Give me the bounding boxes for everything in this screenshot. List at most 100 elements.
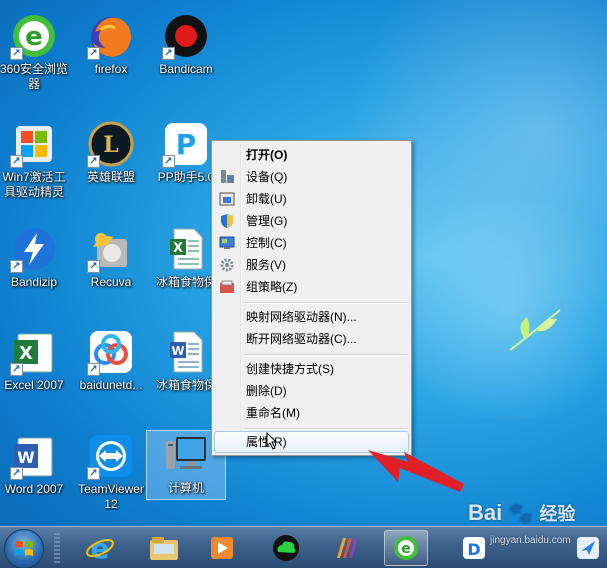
menu-item-label: 打开(O) <box>246 148 288 162</box>
shortcut-arrow-icon: ↗ <box>87 155 100 168</box>
taskbar-ie[interactable]: e <box>78 530 122 566</box>
desktop-icon-label: TeamViewer 12 <box>78 482 144 511</box>
taskbar-360-browser[interactable]: e <box>384 530 428 566</box>
desktop-icon-excel-2007[interactable]: X ↗ Excel 2007 <box>0 328 74 393</box>
menu-item-group-policy[interactable]: 组策略(Z) <box>214 276 409 298</box>
menu-item-services[interactable]: 服务(V) <box>214 254 409 276</box>
svg-text:D: D <box>467 540 480 559</box>
desktop-icon-bandizip[interactable]: ↗ Bandizip <box>0 225 74 290</box>
taskbar-media-player[interactable] <box>200 530 244 566</box>
menu-item-manage[interactable]: 管理(G) <box>214 210 409 232</box>
annotation-arrow <box>368 450 464 492</box>
menu-separator <box>243 354 408 355</box>
desktop-icon-360-browser[interactable]: e ↗ 360安全浏览 器 <box>0 12 74 92</box>
menu-item-open[interactable]: 打开(O) <box>214 144 409 166</box>
desktop-icon-bandicam[interactable]: ↗ Bandicam <box>146 12 226 77</box>
menu-item-label: 创建快捷方式(S) <box>246 362 334 376</box>
menu-item-map-network-drive[interactable]: 映射网络驱动器(N)... <box>214 306 409 328</box>
shortcut-arrow-icon: ↗ <box>10 260 23 273</box>
taskbar-app-stripes[interactable] <box>326 530 370 566</box>
devices-icon <box>221 170 234 183</box>
menu-item-label: 服务(V) <box>246 258 286 272</box>
watermark-url: jingyan.baidu.com <box>490 535 571 546</box>
start-button[interactable] <box>4 529 44 568</box>
computer-icon <box>166 437 206 469</box>
menu-item-label: 设备(Q) <box>246 170 288 184</box>
menu-item-label: 断开网络驱动器(C)... <box>246 332 357 346</box>
desktop-icon-label: baidunetd... <box>79 378 143 392</box>
cloud-icon <box>273 535 299 561</box>
watermark-brand: Bai <box>468 500 503 525</box>
svg-text:e: e <box>91 533 110 563</box>
group-policy-icon <box>220 280 234 293</box>
menu-item-delete[interactable]: 删除(D) <box>214 380 409 402</box>
shortcut-arrow-icon: ↗ <box>162 155 175 168</box>
desktop-icon-league-of-legends[interactable]: L ↗ 英雄联盟 <box>71 120 151 185</box>
menu-separator <box>243 302 408 303</box>
shortcut-arrow-icon: ↗ <box>10 155 23 168</box>
desktop-icon-baidu-netdisk[interactable]: ↗ baidunetd... <box>71 328 151 393</box>
baidu-paw-icon: 🐾 <box>508 503 534 525</box>
taskbar-explorer[interactable] <box>142 530 186 566</box>
menu-item-devices[interactable]: 设备(Q) <box>214 166 409 188</box>
menu-item-label: 组策略(Z) <box>246 280 298 294</box>
svg-text:X: X <box>173 241 183 256</box>
menu-separator <box>243 428 408 429</box>
menu-item-label: 控制(C) <box>246 236 287 250</box>
desktop-icon-firefox[interactable]: ↗ firefox <box>71 12 151 77</box>
360-browser-icon: e <box>394 536 418 560</box>
menu-item-create-shortcut[interactable]: 创建快捷方式(S) <box>214 358 409 380</box>
context-menu: 打开(O) 设备(Q) 卸载(U) 管理(G) 控制(C) 服务(V) 组策略(… <box>211 140 412 456</box>
desktop-icon-win7-activator[interactable]: ↗ Win7激活工 具驱动精灵 <box>0 120 74 200</box>
desktop-icon-label: 360安全浏览 器 <box>0 62 69 91</box>
taskbar-cloud-app[interactable] <box>264 530 308 566</box>
menu-item-label: 重命名(M) <box>246 406 300 420</box>
svg-text:e: e <box>401 541 411 557</box>
desktop[interactable]: e ↗ 360安全浏览 器 ↗ firefox ↗ Bandicam ↗ Win… <box>0 0 607 568</box>
menu-item-uninstall[interactable]: 卸载(U) <box>214 188 409 210</box>
menu-item-control[interactable]: 控制(C) <box>214 232 409 254</box>
uninstall-icon <box>219 192 235 206</box>
windows-start-icon <box>15 541 33 556</box>
svg-text:X: X <box>19 343 33 364</box>
svg-text:W: W <box>17 448 35 467</box>
shortcut-arrow-icon: ↗ <box>162 47 175 60</box>
taskbar-grip <box>54 533 60 563</box>
wallpaper-leaf-decoration <box>509 309 561 351</box>
desktop-icon-label: Excel 2007 <box>4 378 64 392</box>
desktop-icon-label: Win7激活工 具驱动精灵 <box>2 170 66 199</box>
excel-document-icon: X <box>170 228 203 270</box>
word-document-icon: W <box>170 331 203 373</box>
shortcut-arrow-icon: ↗ <box>10 467 23 480</box>
menu-item-label: 映射网络驱动器(N)... <box>246 310 357 324</box>
stripes-app-icon <box>337 538 358 558</box>
folder-icon <box>150 537 178 560</box>
shield-icon <box>221 214 233 228</box>
mouse-cursor-icon <box>266 432 278 450</box>
desktop-icon-recuva[interactable]: ↗ Recuva <box>71 225 151 290</box>
shortcut-arrow-icon: ↗ <box>10 47 23 60</box>
control-panel-icon <box>219 236 235 249</box>
svg-text:e: e <box>25 22 43 52</box>
shortcut-arrow-icon: ↗ <box>87 363 100 376</box>
desktop-icon-label: firefox <box>94 62 128 76</box>
desktop-icon-teamviewer[interactable]: ↗ TeamViewer 12 <box>71 432 151 512</box>
menu-item-rename[interactable]: 重命名(M) <box>214 402 409 424</box>
menu-item-label: 管理(G) <box>246 214 288 228</box>
menu-item-label: 删除(D) <box>246 384 287 398</box>
shortcut-arrow-icon: ↗ <box>10 363 23 376</box>
desktop-icon-word-2007[interactable]: W ↗ Word 2007 <box>0 432 74 497</box>
internet-explorer-icon: e <box>86 533 114 563</box>
menu-item-disconnect-network-drive[interactable]: 断开网络驱动器(C)... <box>214 328 409 350</box>
desktop-icon-label: 计算机 <box>167 481 204 495</box>
baidu-jingyan-watermark: Bai 🐾 经验 jingyan.baidu.com <box>468 500 607 546</box>
desktop-icon-label: Recuva <box>90 275 132 289</box>
desktop-icon-label: 英雄联盟 <box>86 170 135 184</box>
watermark-brand-cn: 经验 <box>539 504 576 524</box>
shortcut-arrow-icon: ↗ <box>87 467 100 480</box>
shortcut-arrow-icon: ↗ <box>87 260 100 273</box>
desktop-icon-label: Word 2007 <box>4 482 64 496</box>
desktop-icon-label: Bandizip <box>10 275 58 289</box>
svg-text:L: L <box>103 132 118 158</box>
shortcut-arrow-icon: ↗ <box>87 47 100 60</box>
